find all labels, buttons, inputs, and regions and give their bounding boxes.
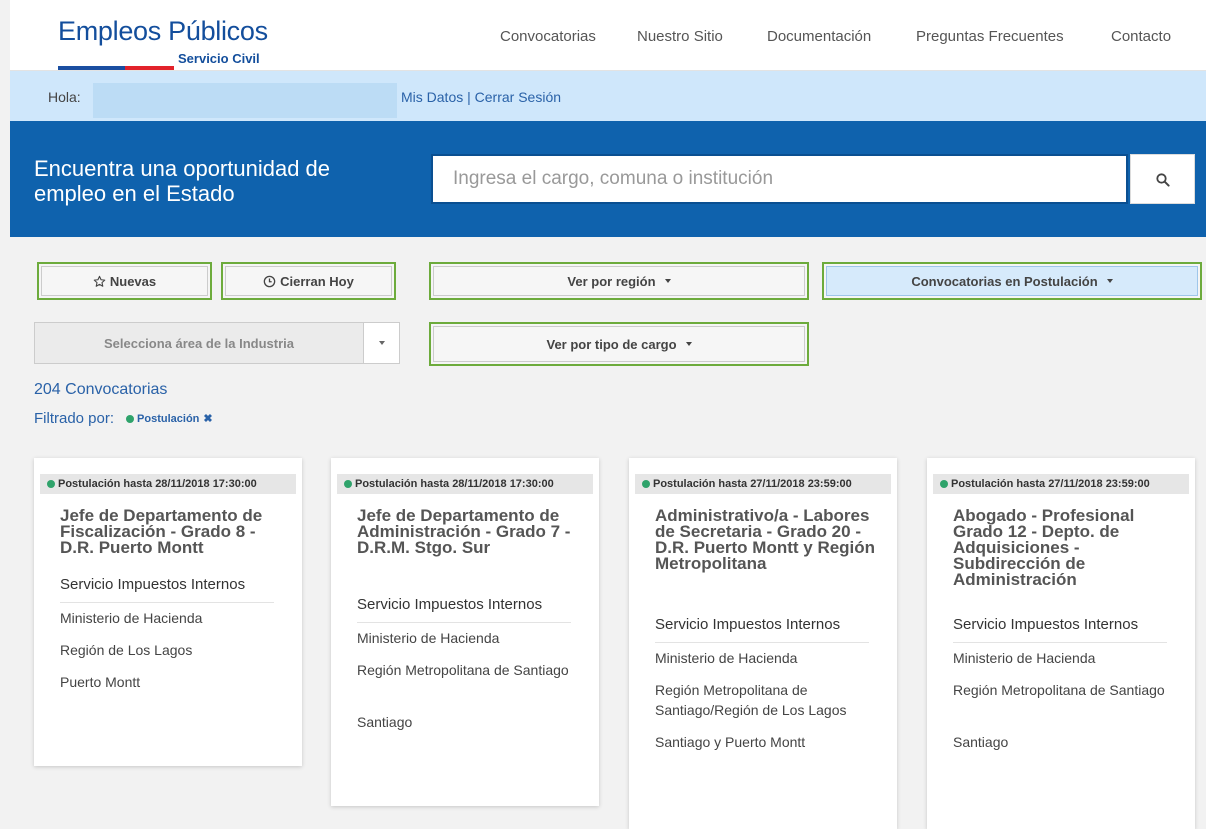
logout-link[interactable]: Cerrar Sesión <box>475 89 561 105</box>
card-deadline: Postulación hasta 28/11/2018 17:30:00 <box>337 474 593 494</box>
industry-area-toggle[interactable] <box>363 322 400 364</box>
card-deadline: Postulación hasta 27/11/2018 23:59:00 <box>635 474 891 494</box>
card-divider <box>953 642 1167 643</box>
status-dot-icon <box>47 480 55 488</box>
filter-in-application-label: Convocatorias en Postulación <box>911 273 1098 289</box>
status-dot-icon <box>344 480 352 488</box>
site-logo[interactable]: Empleos Públicos Servicio Civil <box>58 16 268 70</box>
results-count: 204 Convocatorias <box>34 381 168 398</box>
chevron-down-icon <box>378 341 385 345</box>
card-institution: Servicio Impuestos Internos <box>655 616 841 633</box>
filter-by-job-type-label: Ver por tipo de cargo <box>546 336 677 352</box>
filter-in-application-dropdown[interactable]: Convocatorias en Postulación <box>822 262 1202 300</box>
card-region: Región de Los Lagos <box>60 642 193 658</box>
card-deadline: Postulación hasta 28/11/2018 17:30:00 <box>40 474 296 494</box>
nav-convocatorias[interactable]: Convocatorias <box>500 28 596 45</box>
nav-contacto[interactable]: Contacto <box>1111 28 1171 45</box>
filter-by-job-type-dropdown[interactable]: Ver por tipo de cargo <box>429 322 809 366</box>
card-city: Santiago <box>953 734 1009 750</box>
card-ministry: Ministerio de Hacienda <box>60 610 203 626</box>
clock-icon <box>263 275 276 287</box>
user-name-box <box>93 83 397 118</box>
card-region: Región Metropolitana de Santiago/Región … <box>655 682 847 718</box>
job-card[interactable]: Postulación hasta 27/11/2018 23:59:00 Ad… <box>629 458 897 829</box>
status-dot-icon <box>126 414 135 423</box>
filter-tag-postulacion[interactable]: Postulación ✖ <box>126 412 213 425</box>
card-region: Región Metropolitana de Santiago <box>953 682 1165 698</box>
close-icon[interactable]: ✖ <box>203 412 212 425</box>
card-title[interactable]: Administrativo/a - Labores de Secretaria… <box>655 507 887 572</box>
card-deadline: Postulación hasta 27/11/2018 23:59:00 <box>933 474 1189 494</box>
hero-heading: Encuentra una oportunidad de empleo en e… <box>34 156 331 206</box>
card-divider <box>655 642 869 643</box>
job-card[interactable]: Postulación hasta 27/11/2018 23:59:00 Ab… <box>927 458 1195 829</box>
user-links-separator: | <box>467 89 471 105</box>
industry-area-select[interactable]: Selecciona área de la Industria <box>34 322 364 364</box>
star-icon <box>93 275 106 287</box>
status-dot-icon <box>642 480 650 488</box>
chevron-down-icon <box>1106 279 1113 283</box>
card-city: Puerto Montt <box>60 674 141 690</box>
nav-nuestro-sitio[interactable]: Nuestro Sitio <box>637 28 723 45</box>
filter-new-button[interactable]: Nuevas <box>37 262 212 300</box>
nav-documentacion[interactable]: Documentación <box>767 28 871 45</box>
card-city: Santiago y Puerto Montt <box>655 734 806 750</box>
filtered-by-label: Filtrado por: <box>34 410 115 427</box>
card-title[interactable]: Jefe de Departamento de Administración -… <box>357 507 589 556</box>
chevron-down-icon <box>685 342 692 346</box>
card-divider <box>357 622 571 623</box>
card-institution: Servicio Impuestos Internos <box>60 576 246 593</box>
filter-by-region-dropdown[interactable]: Ver por región <box>429 262 809 300</box>
filter-new-label: Nuevas <box>109 273 157 289</box>
job-card[interactable]: Postulación hasta 28/11/2018 17:30:00 Je… <box>34 458 302 766</box>
card-region: Región Metropolitana de Santiago <box>357 662 569 678</box>
card-city: Santiago <box>357 714 413 730</box>
search-input[interactable]: Ingresa el cargo, comuna o institución <box>431 154 1128 204</box>
card-institution: Servicio Impuestos Internos <box>357 596 543 613</box>
user-bar: Hola: Mis Datos | Cerrar Sesión <box>10 71 1206 121</box>
card-ministry: Ministerio de Hacienda <box>953 650 1096 666</box>
search-button[interactable] <box>1130 154 1195 204</box>
card-divider <box>60 602 274 603</box>
chevron-down-icon <box>664 279 671 283</box>
hero-search-banner: Encuentra una oportunidad de empleo en e… <box>10 121 1206 237</box>
status-dot-icon <box>940 480 948 488</box>
logo-stripe <box>58 57 174 70</box>
logo-subtitle: Servicio Civil <box>178 51 260 66</box>
search-icon <box>1156 173 1170 187</box>
filter-close-today-label: Cierran Hoy <box>280 273 354 289</box>
filter-by-region-label: Ver por región <box>567 273 656 289</box>
user-links: Mis Datos | Cerrar Sesión <box>401 89 561 105</box>
greeting-label: Hola: <box>48 89 81 105</box>
job-card[interactable]: Postulación hasta 28/11/2018 17:30:00 Je… <box>331 458 599 806</box>
active-filters: Filtrado por: Postulación ✖ <box>34 410 213 427</box>
my-data-link[interactable]: Mis Datos <box>401 89 463 105</box>
top-navbar: Empleos Públicos Servicio Civil Convocat… <box>10 0 1206 71</box>
nav-preguntas-frecuentes[interactable]: Preguntas Frecuentes <box>916 28 1064 45</box>
filter-tag-label: Postulación <box>137 412 200 425</box>
logo-title: Empleos Públicos <box>58 16 268 46</box>
filter-close-today-button[interactable]: Cierran Hoy <box>221 262 396 300</box>
card-institution: Servicio Impuestos Internos <box>953 616 1139 633</box>
card-ministry: Ministerio de Hacienda <box>357 630 500 646</box>
card-title[interactable]: Jefe de Departamento de Fiscalización - … <box>60 507 292 556</box>
card-ministry: Ministerio de Hacienda <box>655 650 798 666</box>
card-title[interactable]: Abogado - Profesional Grado 12 - Depto. … <box>953 507 1185 588</box>
